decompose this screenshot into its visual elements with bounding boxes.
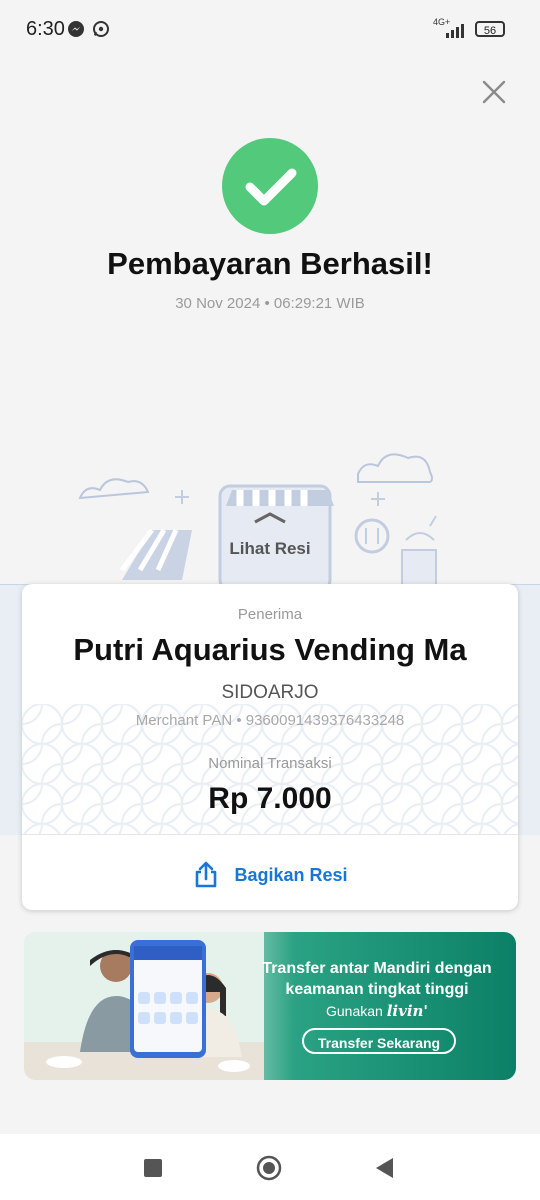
battery-indicator: 56 (475, 21, 505, 37)
whatsapp-icon (93, 21, 109, 37)
receipt-card: Penerima Putri Aquarius Vending Ma SIDOA… (22, 584, 518, 910)
promo-subtitle: Gunakan livin' (325, 1002, 429, 1020)
share-receipt-button[interactable]: Bagikan Resi (22, 858, 518, 892)
view-receipt-link[interactable]: Lihat Resi (0, 539, 540, 559)
promo-banner[interactable]: Transfer antar Mandiri dengan keamanan t… (24, 932, 516, 1080)
card-divider (22, 834, 518, 835)
status-time: 6:30 (26, 18, 65, 40)
merchant-pan: Merchant PAN • 9360091439376433248 (135, 712, 405, 729)
status-bar: 6:30 4G+ 56 (0, 0, 540, 60)
recipient-label: Penerima (237, 606, 303, 623)
home-button[interactable] (256, 1155, 282, 1181)
success-check-icon (222, 138, 318, 234)
recipient-name: Putri Aquarius Vending Ma (73, 632, 467, 667)
promo-headline: Transfer antar Mandiri dengan keamanan t… (262, 960, 492, 998)
share-icon (196, 861, 217, 888)
close-button[interactable] (478, 76, 510, 108)
page-title: Pembayaran Berhasil! (107, 246, 433, 281)
recent-apps-button[interactable] (140, 1155, 166, 1181)
store-illustration (78, 453, 437, 590)
transfer-now-button[interactable]: Transfer Sekarang (302, 1028, 456, 1054)
recipient-city: SIDOARJO (221, 682, 319, 703)
messenger-icon (68, 21, 84, 37)
livin-logo: livin' (386, 1002, 429, 1020)
share-label: Bagikan Resi (234, 864, 348, 885)
transaction-datetime: 30 Nov 2024 • 06:29:21 WIB (175, 295, 365, 312)
amount-label: Nominal Transaksi (208, 755, 332, 772)
back-button[interactable] (372, 1155, 398, 1181)
transaction-amount: Rp 7.000 (208, 782, 332, 815)
signal-icon (446, 24, 464, 38)
promo-photo (24, 932, 264, 1080)
